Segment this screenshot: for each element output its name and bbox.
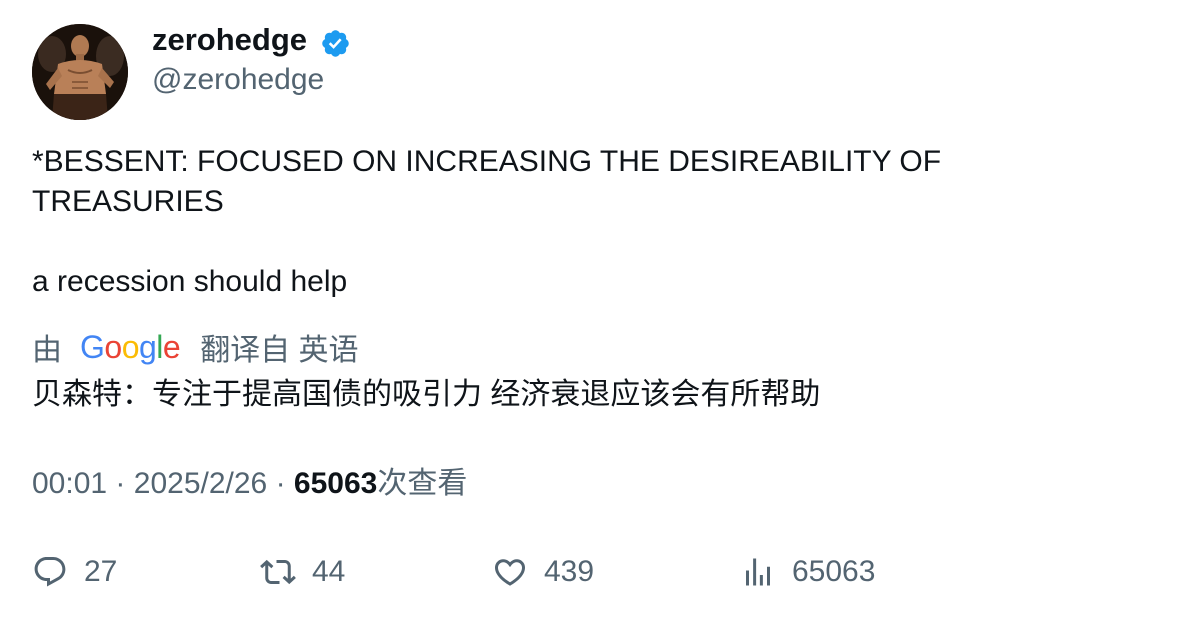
like-count: 439 [544,555,595,588]
views-action-count: 65063 [792,555,876,588]
reply-count: 27 [84,555,118,588]
tweet-time[interactable]: 00:01 [32,467,107,500]
translation-suffix: 翻译自 英语 [200,334,359,367]
retweet-icon [260,559,296,585]
verified-badge-icon [322,30,349,57]
views-button[interactable]: 65063 [740,548,875,596]
avatar-photo-icon [32,24,128,120]
translation-prefix: 由 [32,334,62,367]
author-handle[interactable]: @zerohedge [152,63,324,97]
heart-icon [494,559,526,586]
retweet-button[interactable]: 44 [260,548,345,596]
reply-icon [34,557,66,587]
views-label: 次查看 [377,467,468,500]
action-bar: 27 44 439 65063 [32,548,1132,596]
meta-separator: · [115,467,126,500]
meta-separator: · [275,467,286,500]
tweet-card: zerohedge @zerohedge *BESSENT: FOCUSED O… [0,0,1196,618]
avatar[interactable] [32,24,128,120]
translation-attribution[interactable]: 由 Google 翻译自 英语 [32,327,359,368]
translated-text: 贝森特：专注于提高国债的吸引力 经济衰退应该会有所帮助 [32,378,821,411]
tweet-text-line: a recession should help [32,265,348,298]
tweet-text: *BESSENT: FOCUSED ON INCREASING THE DESI… [32,142,1132,302]
like-button[interactable]: 439 [492,548,594,596]
google-logo: Google [80,328,181,365]
tweet-text-line: *BESSENT: FOCUSED ON INCREASING THE DESI… [32,145,942,218]
tweet-date[interactable]: 2025/2/26 [134,467,267,500]
tweet-meta: 00:01 · 2025/2/26 · 65063次查看 [32,464,467,504]
reply-button[interactable]: 27 [32,548,117,596]
views-count: 65063 [293,467,378,500]
views-chart-icon [746,558,770,586]
retweet-count: 44 [312,555,346,588]
author-display-name[interactable]: zerohedge [152,22,307,58]
